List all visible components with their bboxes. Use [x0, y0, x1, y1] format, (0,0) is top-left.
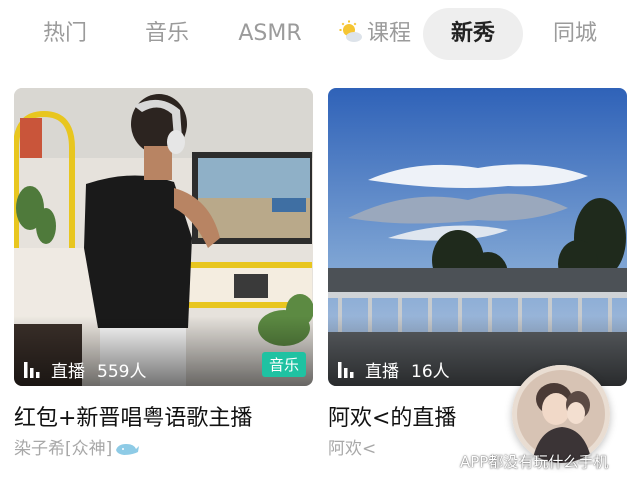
category-tag: 音乐 — [261, 352, 306, 377]
sun-cloud-icon — [339, 20, 362, 42]
tab-newcomer[interactable]: 新秀 — [423, 8, 523, 60]
avatar-image — [512, 365, 610, 463]
live-card-1[interactable]: 直播 559人 音乐 — [14, 88, 313, 386]
tab-label: 新秀 — [450, 21, 495, 46]
tab-label: 热门 — [42, 21, 87, 46]
live-status: 直播 — [365, 361, 399, 382]
tab-asmr[interactable]: ASMR — [226, 8, 314, 60]
live-card-2[interactable]: 直播 16人 — [328, 88, 627, 386]
watermark: APP都没有玩什么手机 — [432, 450, 608, 472]
floating-avatar-button[interactable] — [512, 365, 610, 463]
category-tabs: 热门 音乐 ASMR 课程 新秀 同城 — [0, 0, 640, 68]
tab-label: ASMR — [238, 21, 302, 46]
live-status: 直播 — [51, 361, 85, 382]
viewer-count: 16人 — [411, 361, 450, 382]
live-bars-icon — [338, 362, 354, 378]
tab-course[interactable]: 课程 — [330, 8, 420, 60]
tab-music[interactable]: 音乐 — [126, 8, 208, 60]
tab-hot[interactable]: 热门 — [24, 8, 106, 60]
live-bars-icon — [24, 362, 40, 378]
tab-local[interactable]: 同城 — [534, 8, 616, 60]
tab-label: 音乐 — [144, 21, 189, 46]
tab-label: 同城 — [552, 21, 597, 46]
host-name: 染子希[众神] — [14, 439, 113, 459]
stream-title[interactable]: 阿欢<的直播 — [328, 400, 456, 432]
wechat-icon — [432, 452, 454, 470]
watermark-text: APP都没有玩什么手机 — [460, 452, 609, 471]
live-info: 直播 16人 — [338, 358, 450, 382]
host-name-row[interactable]: 染子希[众神] — [14, 434, 140, 459]
live-info: 直播 559人 — [24, 358, 147, 382]
whale-badge-icon — [116, 444, 140, 455]
host-name[interactable]: 阿欢< — [328, 434, 376, 459]
viewer-count: 559人 — [97, 361, 147, 382]
tab-label: 课程 — [366, 21, 411, 46]
stream-title[interactable]: 红包+新晋唱粤语歌主播 — [14, 400, 252, 432]
